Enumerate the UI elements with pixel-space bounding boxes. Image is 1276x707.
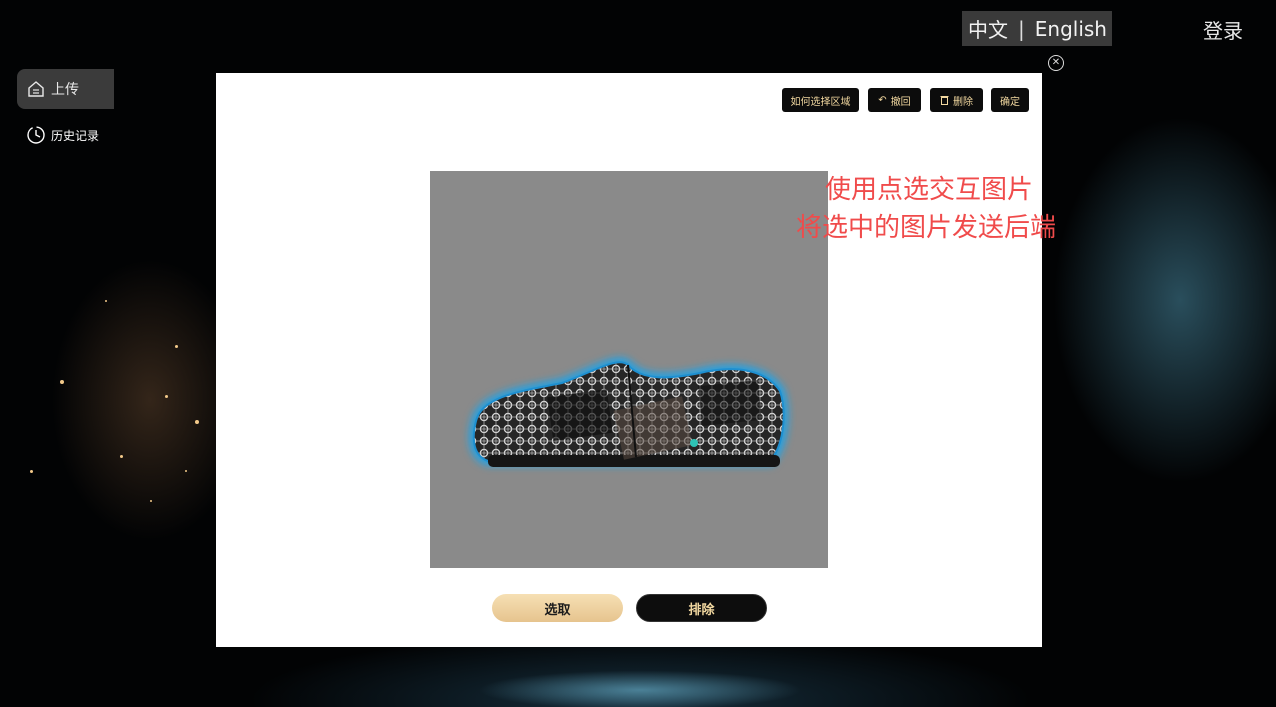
exclude-label: 排除 xyxy=(688,602,715,618)
particle xyxy=(150,500,152,502)
particle xyxy=(30,470,33,473)
undo-label: 撤回 xyxy=(890,96,911,108)
confirm-button[interactable]: 确定 xyxy=(991,88,1029,112)
annotation-line-1: 使用点选交互图片 xyxy=(825,175,1034,205)
home-icon xyxy=(28,81,44,97)
particle xyxy=(165,395,168,398)
shoe-image xyxy=(469,357,789,467)
close-button[interactable]: ✕ xyxy=(1048,55,1064,71)
sidebar-item-history[interactable]: 历史记录 xyxy=(26,124,99,146)
sidebar-item-label: 历史记录 xyxy=(51,128,100,143)
select-label: 选取 xyxy=(544,602,571,618)
trash-icon xyxy=(940,96,949,105)
language-switcher: 中文 | English xyxy=(962,11,1112,46)
particle xyxy=(105,300,107,302)
particle xyxy=(60,380,64,384)
select-button[interactable]: 选取 xyxy=(492,594,623,622)
delete-button[interactable]: 删除 xyxy=(930,88,983,112)
delete-label: 删除 xyxy=(953,96,973,108)
clock-icon xyxy=(27,126,45,144)
exclude-button[interactable]: 排除 xyxy=(636,594,767,622)
login-link[interactable]: 登录 xyxy=(1203,15,1243,44)
confirm-label: 确定 xyxy=(1000,96,1020,108)
click-point-marker xyxy=(690,439,698,447)
sidebar-item-upload[interactable]: 上传 xyxy=(17,69,114,109)
lang-separator: | xyxy=(1018,16,1025,41)
undo-icon: ↶ xyxy=(878,94,887,106)
image-canvas[interactable] xyxy=(430,171,828,568)
annotation-line-2: 将选中的图片发送后端 xyxy=(796,213,1057,243)
particle xyxy=(195,420,199,424)
sidebar-item-label: 上传 xyxy=(51,82,79,98)
close-icon: ✕ xyxy=(1051,57,1061,68)
howto-button[interactable]: 如何选择区域 xyxy=(782,88,859,112)
particle xyxy=(185,470,187,472)
image-selection-modal: 如何选择区域 ↶ 撤回 删除 确定 选取 排除 xyxy=(216,73,1042,647)
lang-en-option[interactable]: English xyxy=(1035,17,1107,41)
howto-label: 如何选择区域 xyxy=(790,96,851,108)
particle xyxy=(120,455,123,458)
undo-button[interactable]: ↶ 撤回 xyxy=(868,88,921,112)
particle xyxy=(175,345,178,348)
lang-zh-option[interactable]: 中文 xyxy=(968,14,1008,43)
